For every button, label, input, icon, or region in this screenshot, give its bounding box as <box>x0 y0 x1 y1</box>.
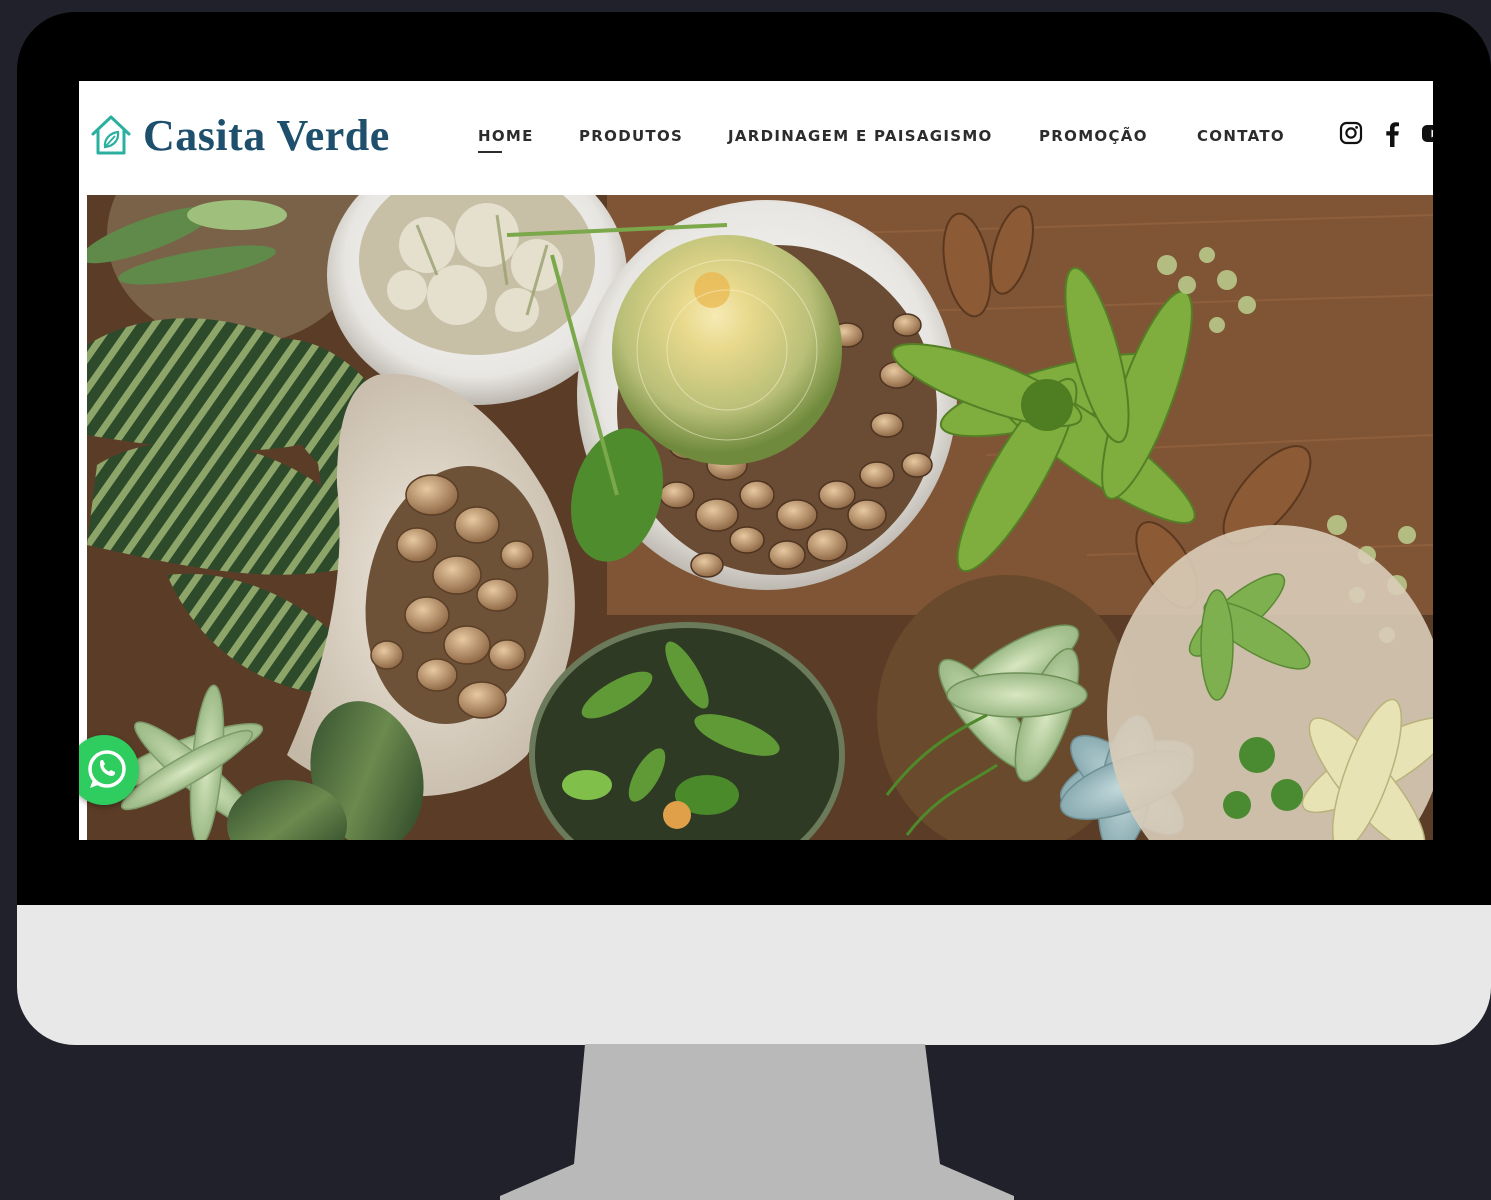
monitor-chin <box>17 905 1491 1045</box>
instagram-icon[interactable] <box>1339 121 1363 150</box>
nav-jardinagem-e-paisagismo[interactable]: JARDINAGEM E PAISAGISMO <box>728 127 993 145</box>
whatsapp-icon <box>88 750 126 788</box>
website-screen: Casita Verde HOME PRODUTOS JARDINAGEM E … <box>79 81 1433 840</box>
house-leaf-icon <box>91 115 131 155</box>
nav-home[interactable]: HOME <box>478 127 534 153</box>
nav-produtos[interactable]: PRODUTOS <box>579 127 683 145</box>
brand-logo[interactable]: Casita Verde <box>89 107 390 163</box>
brand-name: Casita Verde <box>143 110 390 160</box>
site-header: Casita Verde HOME PRODUTOS JARDINAGEM E … <box>79 81 1433 195</box>
facebook-icon[interactable] <box>1384 121 1400 152</box>
hero-plants-image <box>87 195 1433 840</box>
nav-promocao[interactable]: PROMOÇÃO <box>1039 127 1148 145</box>
nav-contato[interactable]: CONTATO <box>1197 127 1285 145</box>
monitor-stand <box>500 1044 1014 1200</box>
potted-succulents-cactus-image <box>87 195 1433 840</box>
whatsapp-button[interactable] <box>79 735 139 805</box>
youtube-icon[interactable] <box>1422 121 1433 150</box>
